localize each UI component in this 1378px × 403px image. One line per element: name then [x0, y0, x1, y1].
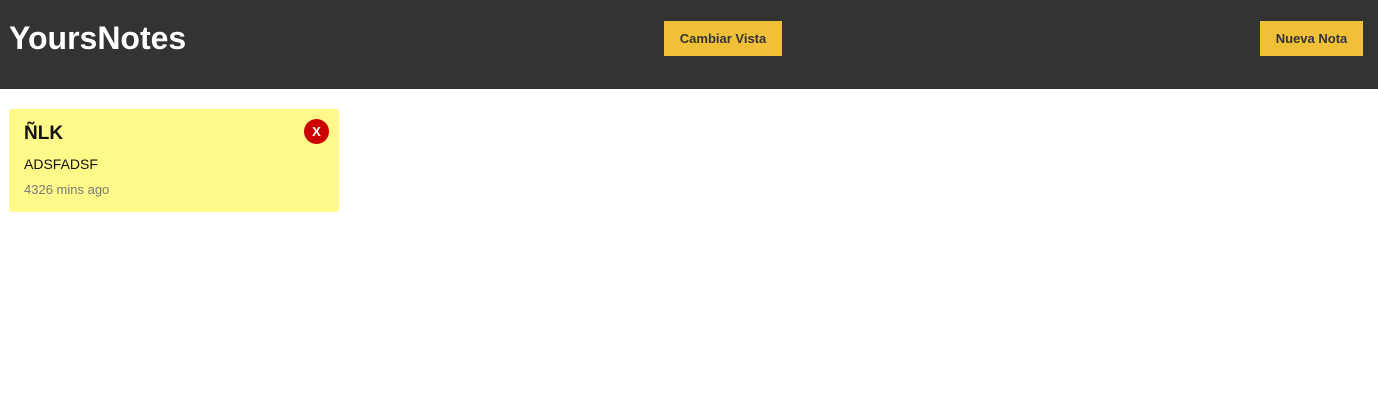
app-header: YoursNotes Cambiar Vista Nueva Nota — [0, 0, 1378, 89]
notes-list: ÑLK ADSFADSF 4326 mins ago X — [0, 89, 1378, 403]
note-card[interactable]: ÑLK ADSFADSF 4326 mins ago X — [9, 109, 339, 212]
note-timestamp: 4326 mins ago — [24, 182, 110, 197]
note-title: ÑLK — [24, 123, 64, 144]
app-title: YoursNotes — [9, 20, 187, 56]
new-note-button[interactable]: Nueva Nota — [1260, 21, 1363, 56]
note-body: ADSFADSF — [24, 156, 98, 172]
delete-note-button[interactable]: X — [304, 119, 329, 144]
change-view-button[interactable]: Cambiar Vista — [664, 21, 782, 56]
